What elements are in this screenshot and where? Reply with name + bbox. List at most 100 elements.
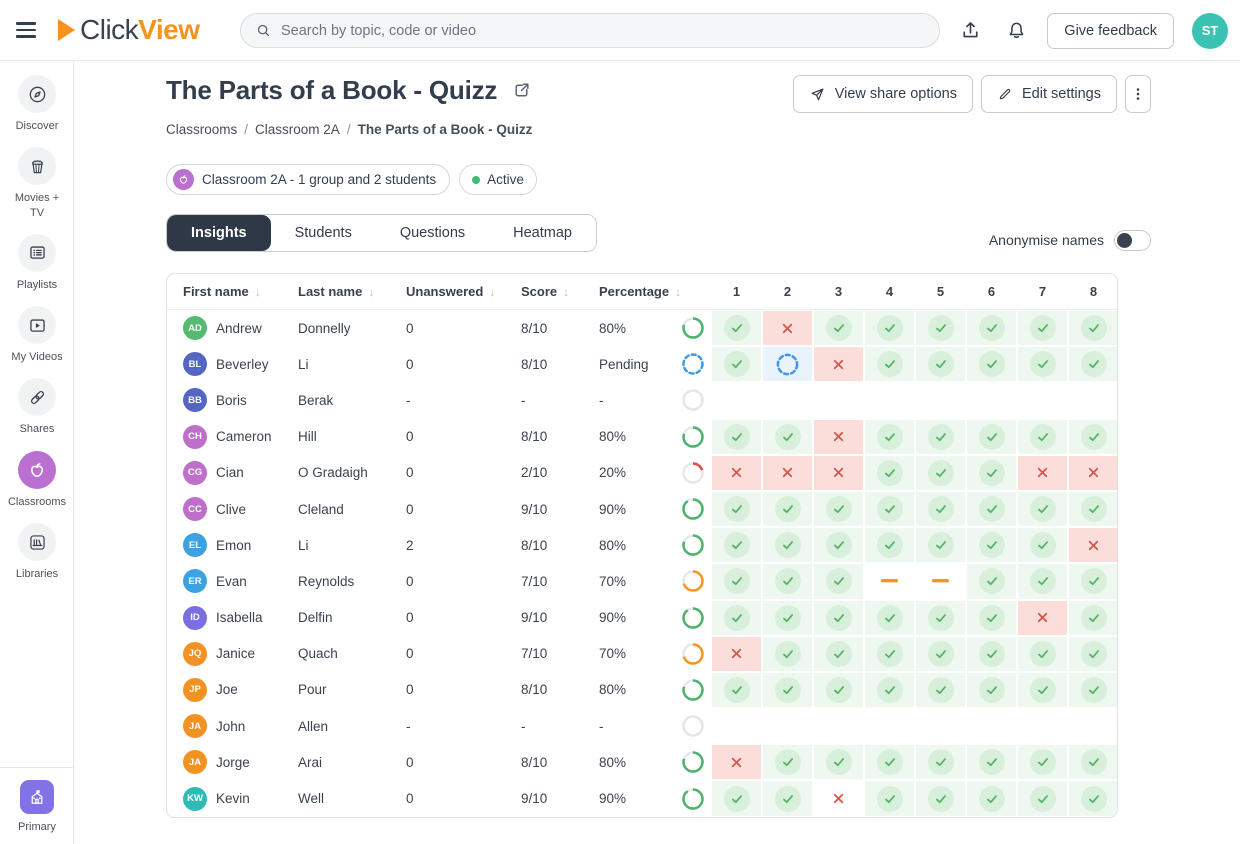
answer-correct-icon <box>762 744 813 780</box>
table-row[interactable]: JPJoePour08/1080% <box>167 672 1117 708</box>
last-name-cell: O Gradaigh <box>298 465 406 480</box>
table-row[interactable]: BBBorisBerak--- <box>167 382 1117 418</box>
sidebar-item-libraries[interactable]: Libraries <box>0 523 74 581</box>
notifications-button[interactable] <box>997 12 1035 50</box>
breadcrumb-current: The Parts of a Book - Quizz <box>358 122 533 137</box>
first-name-cell: CCClive <box>183 497 298 521</box>
library-icon <box>18 523 56 561</box>
logo-play-icon <box>58 19 75 41</box>
sidebar-item-my-videos[interactable]: My Videos <box>0 306 74 364</box>
table-row[interactable]: IDIsabellaDelfin09/1090% <box>167 600 1117 636</box>
col-score[interactable]: Score↓ <box>521 284 599 299</box>
paper-plane-icon <box>809 86 826 103</box>
tab-students[interactable]: Students <box>271 215 376 251</box>
table-row[interactable]: JQJaniceQuach07/1070% <box>167 636 1117 672</box>
sidebar-item-playlists[interactable]: Playlists <box>0 234 74 292</box>
answer-pending-icon <box>762 346 813 382</box>
search-bar[interactable] <box>240 13 940 48</box>
percentage-cell: 80% <box>599 538 681 553</box>
answer-correct-icon <box>813 672 864 708</box>
clickview-logo[interactable]: ClickView <box>58 14 199 46</box>
more-options-button[interactable] <box>1125 75 1151 113</box>
table-row[interactable]: ADAndrewDonnelly08/1080% <box>167 310 1117 346</box>
answer-correct-icon <box>864 491 915 527</box>
table-row[interactable]: JAJohnAllen--- <box>167 708 1117 744</box>
answer-correct-icon <box>966 744 1017 780</box>
sidebar-item-shares[interactable]: Shares <box>0 378 74 436</box>
tab-questions[interactable]: Questions <box>376 215 489 251</box>
percentage-cell: 80% <box>599 321 681 336</box>
popcorn-icon <box>18 147 56 185</box>
open-external-button[interactable] <box>509 78 534 106</box>
menu-icon[interactable] <box>16 16 44 44</box>
answer-blank-cell <box>966 382 1017 418</box>
table-row[interactable]: JAJorgeArai08/1080% <box>167 744 1117 780</box>
progress-ring-icon <box>681 642 711 666</box>
answer-blank-cell <box>1017 382 1068 418</box>
breadcrumb-classrooms[interactable]: Classrooms <box>166 122 237 137</box>
answer-blank-cell <box>711 382 762 418</box>
answer-correct-icon <box>1017 310 1068 346</box>
answer-correct-icon <box>864 455 915 491</box>
search-input[interactable] <box>281 23 925 39</box>
table-row[interactable]: CHCameronHill08/1080% <box>167 419 1117 455</box>
col-unanswered[interactable]: Unanswered↓ <box>406 284 521 299</box>
sidebar-item-label: Discover <box>7 119 67 133</box>
table-row[interactable]: ELEmonLi28/1080% <box>167 527 1117 563</box>
first-name-cell: KWKevin <box>183 787 298 811</box>
view-share-options-button[interactable]: View share options <box>793 75 973 113</box>
breadcrumb-classroom-2a[interactable]: Classroom 2A <box>255 122 340 137</box>
first-name-cell: BLBeverley <box>183 352 298 376</box>
unanswered-cell: 0 <box>406 429 521 444</box>
table-row[interactable]: CCCliveCleland09/1090% <box>167 491 1117 527</box>
tab-heatmap[interactable]: Heatmap <box>489 215 596 251</box>
sidebar-item-discover[interactable]: Discover <box>0 75 74 133</box>
table-row[interactable]: EREvanReynolds07/1070% <box>167 563 1117 599</box>
avatar: BL <box>183 352 207 376</box>
upload-button[interactable] <box>951 12 989 50</box>
user-avatar[interactable]: ST <box>1192 13 1228 49</box>
tab-group: InsightsStudentsQuestionsHeatmap <box>166 214 597 252</box>
answer-correct-icon <box>966 600 1017 636</box>
sidebar-bottom: Primary <box>0 767 74 844</box>
answer-correct-icon <box>762 780 813 816</box>
answer-correct-icon <box>915 744 966 780</box>
main-content: The Parts of a Book - Quizz View share o… <box>74 61 1240 844</box>
score-cell: - <box>521 393 599 408</box>
col-percentage[interactable]: Percentage↓ <box>599 284 681 299</box>
sidebar-item-classrooms[interactable]: Classrooms <box>0 451 74 509</box>
table-row[interactable]: CGCianO Gradaigh02/1020% <box>167 455 1117 491</box>
score-cell: - <box>521 719 599 734</box>
answer-blank-cell <box>864 708 915 744</box>
progress-ring-icon <box>681 425 711 449</box>
anonymise-toggle[interactable] <box>1114 230 1151 251</box>
answer-blank-cell <box>915 708 966 744</box>
progress-ring-icon <box>681 750 711 774</box>
table-row[interactable]: KWKevinWell09/1090% <box>167 780 1117 816</box>
col-first-name[interactable]: First name↓ <box>183 284 298 299</box>
unanswered-cell: 0 <box>406 682 521 697</box>
table-row[interactable]: BLBeverleyLi08/10Pending <box>167 346 1117 382</box>
unanswered-cell: 2 <box>406 538 521 553</box>
percentage-cell: 90% <box>599 791 681 806</box>
unanswered-cell: - <box>406 719 521 734</box>
first-name-cell: IDIsabella <box>183 606 298 630</box>
status-badge: Active <box>459 164 537 195</box>
unanswered-cell: 0 <box>406 357 521 372</box>
first-name-cell: JAJohn <box>183 714 298 738</box>
score-cell: 7/10 <box>521 574 599 589</box>
score-cell: 2/10 <box>521 465 599 480</box>
percentage-cell: 70% <box>599 574 681 589</box>
answer-correct-icon <box>711 527 762 563</box>
sidebar-item-label: My Videos <box>7 350 67 364</box>
answer-correct-icon <box>813 310 864 346</box>
edit-settings-button[interactable]: Edit settings <box>981 75 1117 113</box>
col-last-name[interactable]: Last name↓ <box>298 284 406 299</box>
sidebar-item-movies-tv[interactable]: Movies + TV <box>0 147 74 220</box>
sidebar-item-primary[interactable]: Primary <box>0 780 74 834</box>
tab-insights[interactable]: Insights <box>167 215 271 251</box>
avatar: CH <box>183 425 207 449</box>
give-feedback-button[interactable]: Give feedback <box>1047 13 1174 49</box>
classroom-badge[interactable]: Classroom 2A - 1 group and 2 students <box>166 164 450 195</box>
answer-correct-icon <box>915 455 966 491</box>
